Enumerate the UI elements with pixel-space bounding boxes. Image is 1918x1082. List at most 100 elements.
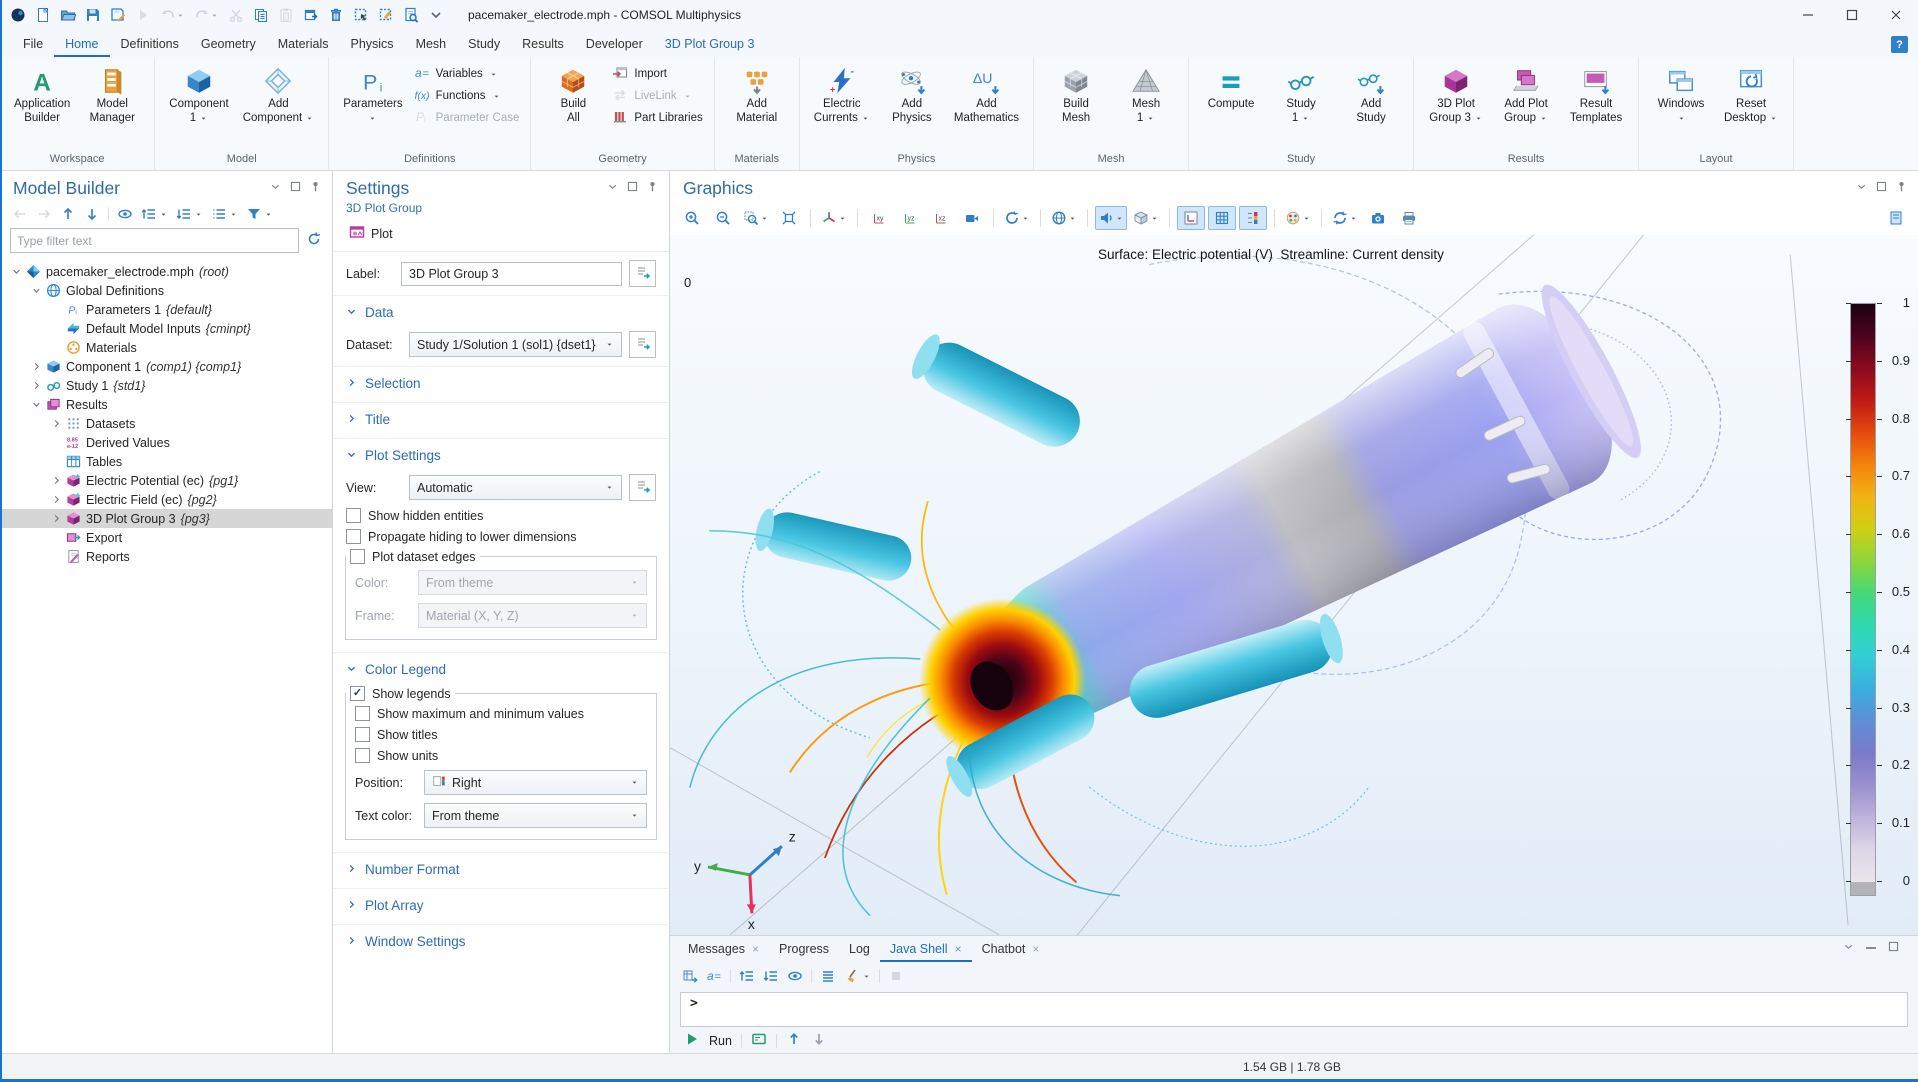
menu-tab-3d-plot-group-3[interactable]: 3D Plot Group 3: [654, 32, 766, 57]
a-equals-button[interactable]: a=: [706, 968, 722, 984]
dataset-select[interactable]: Study 1/Solution 1 (sol1) {dset1}: [409, 332, 622, 357]
eye-button[interactable]: [787, 968, 803, 984]
chevron-open-icon[interactable]: [28, 399, 44, 410]
show-maxmin-checkbox[interactable]: [355, 706, 370, 721]
ribbon-windows-button[interactable]: Windows: [1646, 62, 1716, 127]
select-box-icon[interactable]: [353, 7, 369, 23]
menu-tab-results[interactable]: Results: [511, 32, 575, 57]
menu-tab-physics[interactable]: Physics: [339, 32, 404, 57]
indent-down-button[interactable]: [763, 968, 779, 984]
chevron-down-icon[interactable]: [428, 7, 444, 23]
delete-icon[interactable]: [328, 7, 344, 23]
plot-window-icon[interactable]: [1882, 206, 1910, 230]
chevron-closed-icon[interactable]: [48, 475, 64, 486]
save-edit-icon[interactable]: [110, 7, 126, 23]
tree-item-materials[interactable]: Materials: [0, 338, 332, 357]
show-units-checkbox[interactable]: [355, 748, 370, 763]
menu-tab-file[interactable]: File: [12, 32, 54, 57]
preview-icon[interactable]: [403, 7, 419, 23]
toggle-legend-button[interactable]: [1239, 206, 1267, 230]
close-icon[interactable]: ×: [955, 942, 962, 956]
label-input[interactable]: 3D Plot Group 3: [401, 262, 622, 286]
menu-tab-definitions[interactable]: Definitions: [110, 32, 190, 57]
indent-up-button[interactable]: [739, 968, 755, 984]
redo-icon[interactable]: [194, 7, 219, 23]
label-source-button[interactable]: [629, 260, 656, 287]
play-icon[interactable]: [135, 7, 151, 23]
float-dock-icon[interactable]: [1887, 940, 1900, 959]
list-button[interactable]: [211, 206, 238, 222]
zoom-in-button[interactable]: [678, 206, 706, 230]
dock-tab-progress[interactable]: Progress: [769, 936, 839, 962]
ribbon-add-component-button[interactable]: AddComponent: [236, 62, 321, 127]
ribbon-reset-desktop-button[interactable]: ResetDesktop: [1716, 62, 1786, 127]
table-arrow-button[interactable]: [682, 968, 698, 984]
undo-icon[interactable]: [160, 7, 185, 23]
movie-button[interactable]: [958, 206, 986, 230]
tree-item-results[interactable]: Results: [0, 395, 332, 414]
tree-item-pacemaker-electrode-mph[interactable]: pacemaker_electrode.mph(root): [0, 262, 332, 281]
chevron-closed-icon[interactable]: [48, 494, 64, 505]
save-icon[interactable]: [85, 7, 101, 23]
history-up-button[interactable]: [786, 1031, 802, 1050]
java-shell-input[interactable]: >: [680, 992, 1908, 1027]
menu-tab-study[interactable]: Study: [457, 32, 511, 57]
plot-button[interactable]: Plot: [343, 222, 399, 245]
tree-item-datasets[interactable]: Datasets: [0, 414, 332, 433]
menu-tab-mesh[interactable]: Mesh: [405, 32, 458, 57]
ribbon-build-mesh-button[interactable]: BuildMesh: [1041, 62, 1111, 127]
list-down-button[interactable]: [176, 206, 203, 222]
ribbon-result-templates-button[interactable]: ResultTemplates: [1561, 62, 1631, 127]
section-window-settings[interactable]: Window Settings: [333, 925, 669, 956]
refresh-icon[interactable]: [306, 231, 322, 250]
open-icon[interactable]: [60, 7, 76, 23]
update-button[interactable]: [1329, 206, 1361, 230]
ribbon-plot-group-button[interactable]: 3D PlotGroup 3: [1421, 62, 1491, 127]
ribbon-fx-button[interactable]: f(x)Functions: [414, 87, 520, 105]
help-button[interactable]: ?: [1891, 36, 1908, 53]
print-button[interactable]: [1395, 206, 1423, 230]
win-min-button[interactable]: [1786, 0, 1830, 30]
ribbon-study-button[interactable]: Study1: [1266, 62, 1336, 127]
ribbon-add-study-button[interactable]: AddStudy: [1336, 62, 1406, 127]
clear-selection-icon[interactable]: [378, 7, 394, 23]
list-up-button[interactable]: [141, 206, 168, 222]
section-color-legend[interactable]: Color Legend: [333, 653, 669, 684]
console-button[interactable]: [751, 1031, 767, 1050]
chevron-open-icon[interactable]: [8, 266, 24, 277]
tree-item-component-1[interactable]: Component 1(comp1) {comp1}: [0, 357, 332, 376]
tree-item-derived-values[interactable]: 8.85e-12Derived Values: [0, 433, 332, 452]
lines-button[interactable]: [820, 968, 836, 984]
view-xy-button[interactable]: xy: [865, 206, 893, 230]
section-selection[interactable]: Selection: [333, 367, 669, 398]
funnel-button[interactable]: [246, 206, 273, 222]
color-palette-button[interactable]: [1282, 206, 1314, 230]
ribbon-mesh-button[interactable]: Mesh1: [1111, 62, 1181, 127]
win-max-button[interactable]: [1830, 0, 1874, 30]
duplicate-icon[interactable]: [303, 7, 319, 23]
broom-button[interactable]: [844, 968, 871, 984]
ribbon-app-builder-button[interactable]: AApplicationBuilder: [7, 62, 77, 127]
tree-item-tables[interactable]: Tables: [0, 452, 332, 471]
ribbon-component-button[interactable]: Component1: [162, 62, 235, 127]
copy-icon[interactable]: [253, 7, 269, 23]
rotate-button[interactable]: [1001, 206, 1033, 230]
arrow-up-button[interactable]: [60, 206, 76, 222]
dock-tab-chatbot[interactable]: Chatbot×: [972, 936, 1050, 962]
ribbon-elec-currents-button[interactable]: +-ElectricCurrents: [807, 62, 877, 127]
toggle-grid-button[interactable]: [1208, 206, 1236, 230]
dock-tab-log[interactable]: Log: [839, 936, 880, 962]
ribbon-import-button[interactable]: Import: [612, 65, 702, 83]
ribbon-add-plot-group-button[interactable]: Add PlotGroup: [1491, 62, 1561, 127]
menu-tab-geometry[interactable]: Geometry: [190, 32, 267, 57]
cut-icon[interactable]: [228, 7, 244, 23]
default-view-button[interactable]: [818, 206, 850, 230]
tree-item-electric-potential-ec-[interactable]: Electric Potential (ec){pg1}: [0, 471, 332, 490]
tree-item-global-definitions[interactable]: Global Definitions: [0, 281, 332, 300]
show-hidden-entities-checkbox[interactable]: [346, 508, 361, 523]
plot-dataset-edges-checkbox[interactable]: [350, 549, 365, 564]
legend-position-select[interactable]: Right: [424, 770, 647, 795]
view-xz-button[interactable]: xz: [927, 206, 955, 230]
section-title-group[interactable]: Title: [333, 403, 669, 434]
ribbon-a-equals-button[interactable]: a=Variables: [414, 65, 520, 83]
